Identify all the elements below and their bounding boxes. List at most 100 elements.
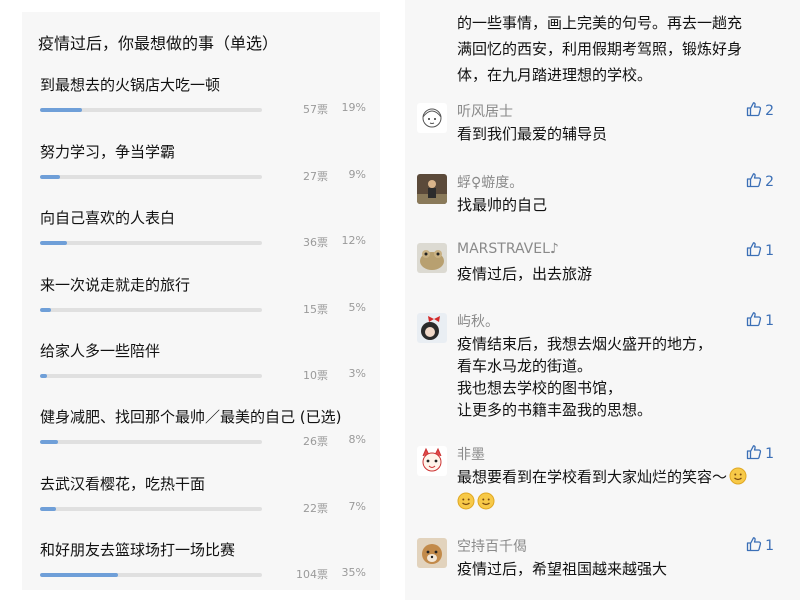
poll-title: 疫情过后，你最想做的事（单选）: [38, 34, 279, 53]
poll-percent: 8%: [348, 433, 366, 446]
like-button[interactable]: 1: [746, 241, 774, 261]
comment-text: 疫情过后，希望祖国越来越强大: [457, 558, 667, 580]
poll-option[interactable]: 向自己喜欢的人表白 36票 12%: [22, 207, 380, 267]
poll-option[interactable]: 去武汉看樱花，吃热干面 22票 7%: [22, 473, 380, 533]
comments-panel: 的一些事情，画上完美的句号。再去一趟充 满回忆的西安，利用假期考驾照，锻炼好身 …: [405, 0, 800, 600]
poll-option-label: 和好朋友去篮球场打一场比赛: [40, 541, 236, 559]
poll-option-label: 去武汉看樱花，吃热干面: [40, 475, 206, 493]
poll-percent: 9%: [348, 168, 366, 181]
thumbs-up-icon: [746, 241, 765, 261]
comment-text-line: 让更多的书籍丰盈我的思想。: [457, 401, 653, 419]
comment-text-line: 看车水马龙的街道。: [457, 357, 593, 375]
poll-progress-track: [40, 175, 262, 179]
comment-text: 最想要看到在学校看到大家灿烂的笑容～: [457, 466, 747, 516]
smile-emoji-icon: [457, 492, 475, 516]
comment-text-line: 满回忆的西安，利用假期考驾照，锻炼好身: [457, 40, 743, 58]
like-count: 1: [765, 538, 774, 554]
poll-panel: 疫情过后，你最想做的事（单选） 到最想去的火锅店大吃一顿 57票 19% 努力学…: [22, 12, 380, 590]
poll-option-label: 来一次说走就走的旅行: [40, 276, 191, 294]
poll-vote-count: 57票: [303, 103, 328, 116]
poll-percent: 35%: [341, 566, 366, 579]
poll-progress-track: [40, 308, 262, 312]
poll-progress-fill: [40, 507, 56, 511]
poll-option[interactable]: 努力学习，争当学霸 27票 9%: [22, 141, 380, 201]
comment-text-line: 体，在九月踏进理想的学校。: [457, 66, 653, 84]
like-button[interactable]: 1: [746, 311, 774, 331]
poll-option[interactable]: 来一次说走就走的旅行 15票 5%: [22, 274, 380, 334]
like-button[interactable]: 1: [746, 444, 774, 464]
poll-vote-count: 10票: [303, 369, 328, 382]
like-count: 1: [765, 446, 774, 462]
poll-progress-fill: [40, 108, 83, 112]
like-count: 1: [765, 243, 774, 259]
poll-progress-fill: [40, 374, 47, 378]
frog-avatar[interactable]: [417, 243, 447, 273]
like-button[interactable]: 2: [746, 101, 774, 121]
poll-option-label: 向自己喜欢的人表白: [40, 209, 176, 227]
comment-text-line: 的一些事情，画上完美的句号。再去一趟充: [457, 14, 743, 32]
like-button[interactable]: 2: [746, 172, 774, 192]
poll-percent: 7%: [348, 500, 366, 513]
like-button[interactable]: 1: [746, 536, 774, 556]
commenter-name[interactable]: 听风居士: [457, 101, 513, 121]
poll-option-selected[interactable]: 健身减肥、找回那个最帅／最美的自己 (已选) 26票 8%: [22, 406, 380, 466]
commenter-name[interactable]: 非墨: [457, 444, 485, 464]
commenter-name[interactable]: 蜉♀蝣度。: [457, 172, 523, 192]
poll-progress-fill: [40, 573, 118, 577]
comment-continued-text: 的一些事情，画上完美的句号。再去一趟充 满回忆的西安，利用假期考驾照，锻炼好身 …: [457, 10, 777, 88]
poll-option-label: 给家人多一些陪伴: [40, 342, 161, 360]
comment-text: 看到我们最爱的辅导员: [457, 123, 607, 145]
poll-progress-track: [40, 374, 262, 378]
poll-option[interactable]: 到最想去的火锅店大吃一顿 57票 19%: [22, 74, 380, 134]
commenter-name[interactable]: 空持百千偈: [457, 536, 527, 556]
poll-progress-fill: [40, 241, 67, 245]
poll-percent: 19%: [341, 101, 366, 114]
comment-text-line: 疫情过后，出去旅游: [457, 265, 593, 283]
sketch-girl-avatar[interactable]: [417, 103, 447, 133]
girl-red-bow-avatar[interactable]: [417, 313, 447, 343]
poll-percent: 12%: [341, 234, 366, 247]
smile-emoji-icon: [477, 492, 495, 516]
poll-progress-track: [40, 573, 262, 577]
poll-progress-track: [40, 241, 262, 245]
poll-vote-count: 27票: [303, 170, 328, 183]
thumbs-up-icon: [746, 536, 765, 556]
poll-vote-count: 36票: [303, 236, 328, 249]
comment-text: 疫情过后，出去旅游: [457, 263, 592, 285]
thumbs-up-icon: [746, 311, 765, 331]
poll-vote-count: 22票: [303, 502, 328, 515]
poll-percent: 5%: [348, 301, 366, 314]
cartoon-cat-avatar[interactable]: [417, 446, 447, 476]
poll-percent: 3%: [348, 367, 366, 380]
poll-vote-count: 15票: [303, 303, 328, 316]
comment-text-line: 最想要看到在学校看到大家灿烂的笑容～: [457, 466, 747, 491]
poll-vote-count: 104票: [296, 568, 328, 581]
comment-text: 疫情结束后，我想去烟火盛开的地方， 看车水马龙的街道。 我也想去学校的图书馆， …: [457, 333, 712, 421]
poll-progress-track: [40, 108, 262, 112]
thumbs-up-icon: [746, 444, 765, 464]
commenter-name[interactable]: 屿秋。: [457, 311, 499, 331]
poll-option-label: 到最想去的火锅店大吃一顿: [40, 76, 221, 94]
dog-photo-avatar[interactable]: [417, 538, 447, 568]
smile-emoji-icon: [729, 467, 747, 491]
like-count: 2: [765, 103, 774, 119]
poll-option-label: 努力学习，争当学霸: [40, 143, 176, 161]
poll-vote-count: 26票: [303, 435, 328, 448]
poll-progress-track: [40, 440, 262, 444]
thumbs-up-icon: [746, 172, 765, 192]
like-count: 2: [765, 174, 774, 190]
comment-text-line: 我也想去学校的图书馆，: [457, 379, 623, 397]
poll-progress-fill: [40, 308, 52, 312]
person-photo-avatar[interactable]: [417, 174, 447, 204]
poll-option-label: 健身减肥、找回那个最帅／最美的自己 (已选): [40, 408, 342, 426]
poll-progress-fill: [40, 440, 58, 444]
poll-option[interactable]: 和好朋友去篮球场打一场比赛 104票 35%: [22, 539, 380, 599]
comment-text-line: 看到我们最爱的辅导员: [457, 125, 608, 143]
comment-text-line: [455, 491, 747, 516]
thumbs-up-icon: [746, 101, 765, 121]
poll-option[interactable]: 给家人多一些陪伴 10票 3%: [22, 340, 380, 400]
poll-progress-fill: [40, 175, 60, 179]
comment-text: 找最帅的自己: [457, 194, 547, 216]
comment-text-line: 找最帅的自己: [457, 196, 548, 214]
commenter-name[interactable]: MARSTRAVEL♪: [457, 241, 559, 257]
